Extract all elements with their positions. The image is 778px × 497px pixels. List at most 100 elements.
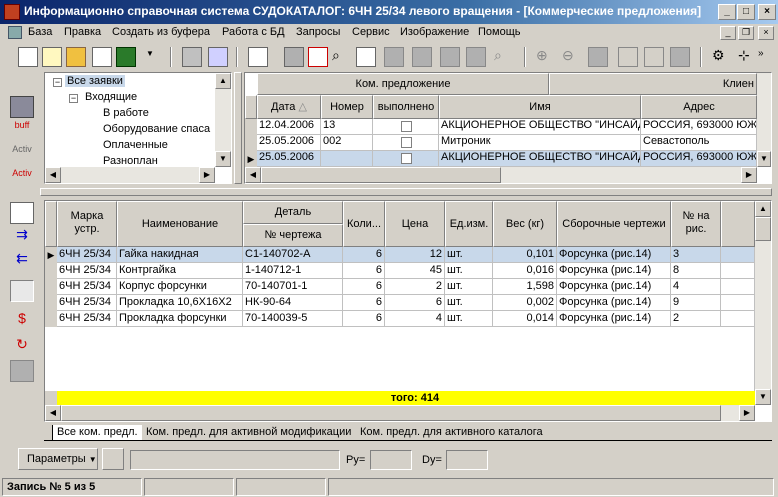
transfer-icon[interactable] [208, 47, 228, 67]
tool-disabled-3-icon[interactable] [466, 47, 486, 67]
filter-icon[interactable] [356, 47, 376, 67]
table-row[interactable]: 6ЧН 25/34 Прокладка 10,6X16X2 НК-90-64 6 6 шт… [45, 295, 755, 311]
new-document-icon[interactable] [18, 47, 38, 67]
tool-disabled-2-icon[interactable] [412, 47, 432, 67]
table-row[interactable]: 12.04.2006 13 АКЦИОНЕРНОЕ ОБЩЕСТВО "ИНСА… [245, 119, 757, 135]
scroll-thumb[interactable] [261, 167, 501, 183]
scroll-right-button[interactable]: ▶ [739, 405, 755, 421]
binoculars-disabled-icon[interactable]: ⌕ [494, 47, 514, 67]
scroll-up-button[interactable]: ▲ [215, 73, 231, 89]
copy-document-icon[interactable] [42, 47, 62, 67]
column-header-drawing[interactable]: № чертежа [243, 224, 343, 247]
delete-grid-icon[interactable] [308, 47, 328, 67]
column-header-fig[interactable]: № на рис. [671, 201, 721, 247]
add-rows-icon[interactable]: ⇉ [10, 226, 34, 248]
scroll-down-button[interactable]: ▼ [755, 389, 771, 405]
column-header-unit[interactable]: Ед.изм. [445, 201, 493, 247]
column-header-price[interactable]: Цена [385, 201, 445, 247]
close-button[interactable]: × [758, 4, 776, 20]
scroll-down-button[interactable]: ▼ [215, 151, 231, 167]
column-header-address[interactable]: Адрес [641, 95, 757, 119]
tree-expander-group[interactable]: − [69, 94, 78, 103]
table-row[interactable]: 6ЧН 25/34 Прокладка форсунки 70-140039-5 6 4… [45, 311, 755, 327]
column-header-name[interactable]: Имя [439, 95, 641, 119]
scroll-thumb[interactable] [755, 217, 771, 241]
tab-all-offers[interactable]: Все ком. предл. [52, 425, 143, 441]
grid-icon[interactable] [284, 47, 304, 67]
column-header-done[interactable]: выполнено [373, 95, 439, 119]
column-header-assembly[interactable]: Сборочные чертежи [557, 201, 671, 247]
scroll-left-button[interactable]: ◀ [245, 167, 261, 183]
form-icon[interactable] [248, 47, 268, 67]
fit-icon[interactable] [618, 47, 638, 67]
link-icon[interactable] [10, 96, 34, 118]
excel-export-icon[interactable] [116, 47, 136, 67]
scroll-up-button[interactable]: ▲ [755, 201, 771, 217]
menu-image[interactable]: Изображение [400, 26, 469, 38]
activ-table-icon[interactable]: Activ [10, 168, 34, 190]
tree-item[interactable]: Оборудование спаса [103, 123, 210, 135]
maximize-button[interactable]: □ [737, 4, 755, 20]
tree-expander-root[interactable]: − [53, 78, 62, 87]
calculator-icon[interactable] [102, 448, 124, 470]
splitter[interactable] [234, 72, 242, 184]
tab-active-catalog[interactable]: Ком. предл. для активного каталога [356, 425, 547, 441]
menu-queries[interactable]: Запросы [296, 26, 340, 38]
menu-service[interactable]: Сервис [352, 26, 390, 38]
scroll-down-button[interactable]: ▼ [757, 151, 771, 167]
open-folder-icon[interactable] [66, 47, 86, 67]
tree-item[interactable]: Оплаченные [103, 139, 168, 151]
auto-icon[interactable] [440, 47, 460, 67]
menu-edit[interactable]: Правка [64, 26, 101, 38]
params-dropdown[interactable]: Параметры ▼ [18, 448, 98, 470]
tab-active-modification[interactable]: Ком. предл. для активной модификации [142, 425, 356, 441]
tree-group[interactable]: Входящие [85, 91, 137, 103]
column-header-date[interactable]: Дата △ [257, 95, 321, 119]
params-field[interactable] [130, 450, 340, 470]
pan-icon[interactable] [670, 47, 690, 67]
activ-icon[interactable]: Activ [10, 144, 34, 166]
column-header-weight[interactable]: Вес (кг) [493, 201, 557, 247]
tree-item[interactable]: В работе [103, 107, 149, 119]
column-header-qty[interactable]: Коли... [343, 201, 385, 247]
mdi-minimize-button[interactable]: _ [720, 26, 736, 40]
column-header-marka[interactable]: Марка устр. [57, 201, 117, 247]
table-row[interactable]: 25.05.2006 002 Митроник Севастополь [245, 135, 757, 151]
tree-root[interactable]: Все заявки [65, 75, 125, 87]
table-row-selected[interactable]: ▶ 25.05.2006 АКЦИОНЕРНОЕ ОБЩЕСТВО "ИНСАЙ… [245, 151, 757, 167]
tool-disabled-1-icon[interactable] [384, 47, 404, 67]
scroll-thumb[interactable] [61, 405, 721, 421]
preview-icon[interactable] [92, 47, 112, 67]
more-tools-icon[interactable]: » [758, 47, 778, 67]
binoculars-icon[interactable]: ⌕ [332, 47, 352, 67]
copy-icon[interactable] [10, 202, 34, 224]
export-dropdown-icon[interactable]: ▼ [146, 47, 166, 67]
scroll-left-button[interactable]: ◀ [45, 167, 61, 183]
disabled-tool-icon[interactable] [10, 360, 34, 382]
horizontal-splitter[interactable] [40, 188, 772, 196]
refresh-icon[interactable]: ↻ [10, 336, 34, 358]
tree-structure-icon[interactable] [10, 280, 34, 302]
dy-field[interactable] [446, 450, 488, 470]
table-row[interactable]: 6ЧН 25/34 Корпус форсунки 70-140701-1 6 2 шт.… [45, 279, 755, 295]
price-icon[interactable]: $ [10, 310, 34, 332]
hierarchy-icon[interactable]: ⊹ [738, 47, 758, 67]
table-row[interactable]: 6ЧН 25/34 Контргайка 1-140712-1 6 45 шт. 0,016… [45, 263, 755, 279]
price-calc-icon[interactable] [182, 47, 202, 67]
mdi-close-button[interactable]: × [758, 26, 774, 40]
mdi-child-icon[interactable] [8, 26, 22, 39]
column-header-number[interactable]: Номер [321, 95, 373, 119]
minimize-button[interactable]: _ [718, 4, 736, 20]
scroll-left-button[interactable]: ◀ [45, 405, 61, 421]
column-header-name[interactable]: Наименование [117, 201, 243, 247]
tree-item[interactable]: Разноплан [103, 155, 158, 167]
done-checkbox[interactable] [401, 121, 412, 132]
menu-help[interactable]: Помощь [478, 26, 521, 38]
menu-create-from-buffer[interactable]: Создать из буфера [112, 26, 210, 38]
mdi-restore-button[interactable]: ❐ [738, 26, 754, 40]
fit-page-icon[interactable] [644, 47, 664, 67]
buff-icon[interactable]: buff [10, 120, 34, 142]
zoom-in-icon[interactable]: ⊕ [536, 47, 556, 67]
done-checkbox[interactable] [401, 153, 412, 164]
settings-icon[interactable]: ⚙ [712, 47, 732, 67]
